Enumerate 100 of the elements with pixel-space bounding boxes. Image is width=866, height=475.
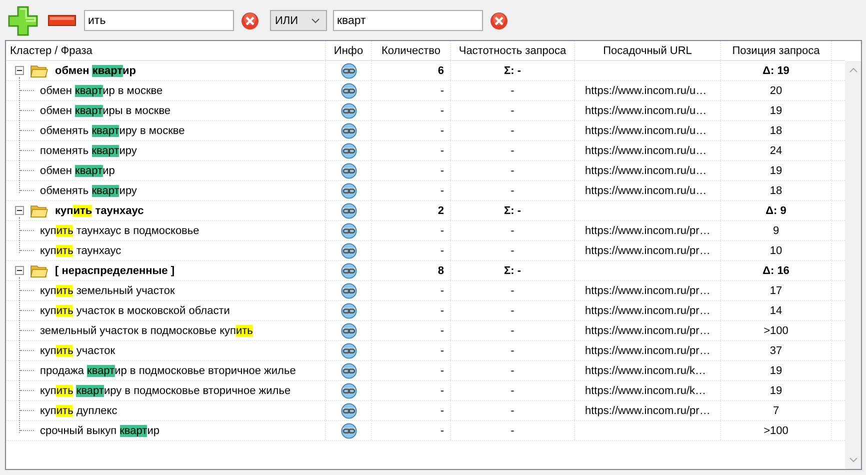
column-header[interactable]: Кластер / Фраза (6, 41, 326, 60)
phrase-text[interactable]: земельный участок в подмосковье купить (40, 324, 253, 338)
link-globe-icon[interactable] (340, 162, 356, 178)
phrase-text[interactable]: продажа квартир в подмосковье вторичное жилье (40, 364, 296, 378)
phrase-text[interactable]: купить дуплекс (40, 404, 118, 418)
count-cell: - (372, 341, 451, 360)
phrase-text[interactable]: обменять квартиру (40, 184, 137, 198)
position-cell: 20 (721, 81, 832, 100)
url-cell: https://www.incom.ru/u… (575, 161, 721, 180)
position-cell: Δ: 16 (721, 261, 832, 280)
column-header[interactable]: Посадочный URL (575, 41, 721, 60)
phrase-text[interactable]: купить земельный участок (40, 284, 175, 298)
count-cell: - (372, 321, 451, 340)
link-globe-icon[interactable] (340, 342, 356, 358)
filter-field[interactable]: кварт (333, 10, 483, 31)
count-cell: - (372, 121, 451, 140)
phrase-text[interactable]: обмен квартир в москве (40, 84, 163, 98)
frequency-cell: - (451, 161, 575, 180)
url-cell: https://www.incom.ru/k… (575, 381, 721, 400)
frequency-cell: - (451, 81, 575, 100)
column-header[interactable]: Инфо (326, 41, 372, 60)
phrase-text[interactable]: обмен квартиры в москве (40, 104, 171, 118)
phrase-text[interactable]: обменять квартиру в москве (40, 124, 185, 138)
remove-icon[interactable] (48, 15, 76, 26)
cluster-name[interactable]: обмен квартир (55, 64, 136, 78)
position-cell: 19 (721, 381, 832, 400)
link-globe-icon[interactable] (340, 362, 356, 378)
frequency-cell: - (451, 101, 575, 120)
url-cell: https://www.incom.ru/u… (575, 101, 721, 120)
link-globe-icon[interactable] (340, 62, 356, 78)
position-cell: 18 (721, 121, 832, 140)
phrase-text[interactable]: обмен квартир (40, 164, 115, 178)
link-globe-icon[interactable] (340, 402, 356, 418)
cluster-name[interactable]: [ нераспределенные ] (55, 264, 174, 278)
folder-icon (30, 264, 48, 278)
count-cell: - (372, 281, 451, 300)
count-cell: - (372, 241, 451, 260)
url-cell: https://www.incom.ru/k… (575, 361, 721, 380)
count-cell: - (372, 81, 451, 100)
phrase-text[interactable]: купить участок в московской области (40, 304, 230, 318)
link-globe-icon[interactable] (340, 282, 356, 298)
frequency-cell: - (451, 281, 575, 300)
link-globe-icon[interactable] (340, 142, 356, 158)
link-globe-icon[interactable] (340, 262, 356, 278)
position-cell: Δ: 19 (721, 61, 832, 80)
phrase-text[interactable]: купить квартиру в подмосковье вторичное жилье (40, 384, 291, 398)
position-cell: 19 (721, 361, 832, 380)
phrase-text[interactable]: купить таунхаус (40, 244, 122, 258)
frequency-cell: - (451, 421, 575, 440)
frequency-cell: Σ: - (451, 61, 575, 80)
link-globe-icon[interactable] (340, 382, 356, 398)
link-globe-icon[interactable] (340, 242, 356, 258)
phrase-text[interactable]: срочный выкуп квартир (40, 424, 160, 438)
position-cell: 14 (721, 301, 832, 320)
phrase-text[interactable]: купить участок (40, 344, 116, 358)
folder-icon (30, 204, 48, 218)
frequency-cell: - (451, 241, 575, 260)
count-cell: - (372, 141, 451, 160)
expander-toggle[interactable] (15, 266, 24, 275)
clear-icon[interactable] (490, 12, 508, 30)
count-cell: - (372, 421, 451, 440)
count-cell: - (372, 101, 451, 120)
clear-icon[interactable] (241, 12, 259, 30)
frequency-cell: - (451, 301, 575, 320)
position-cell: >100 (721, 421, 832, 440)
frequency-cell: - (451, 121, 575, 140)
operator-dropdown[interactable]: ИЛИ (270, 10, 327, 31)
frequency-cell: - (451, 181, 575, 200)
frequency-cell: - (451, 321, 575, 340)
link-globe-icon[interactable] (340, 222, 356, 238)
link-globe-icon[interactable] (340, 302, 356, 318)
column-header[interactable]: Частотность запроса (451, 41, 575, 60)
count-cell: - (372, 221, 451, 240)
url-cell: https://www.incom.ru/pr… (575, 301, 721, 320)
frequency-cell: - (451, 401, 575, 420)
count-cell: - (372, 401, 451, 420)
link-globe-icon[interactable] (340, 322, 356, 338)
column-header[interactable]: Позиция запроса (721, 41, 832, 60)
column-header[interactable]: Количество (372, 41, 451, 60)
url-cell: https://www.incom.ru/u… (575, 81, 721, 100)
link-globe-icon[interactable] (340, 82, 356, 98)
link-globe-icon[interactable] (340, 422, 356, 438)
filter-field[interactable]: ить (84, 10, 234, 31)
position-cell: 18 (721, 181, 832, 200)
url-cell: https://www.incom.ru/u… (575, 181, 721, 200)
frequency-cell: - (451, 381, 575, 400)
expander-toggle[interactable] (15, 206, 24, 215)
frequency-cell: - (451, 141, 575, 160)
link-globe-icon[interactable] (340, 202, 356, 218)
add-icon[interactable] (8, 6, 38, 36)
phrase-text[interactable]: поменять квартиру (40, 144, 137, 158)
caret-icon (311, 18, 320, 24)
link-globe-icon[interactable] (340, 182, 356, 198)
phrase-text[interactable]: купить таунхаус в подмосковье (40, 224, 200, 238)
position-cell: 9 (721, 221, 832, 240)
link-globe-icon[interactable] (340, 122, 356, 138)
cluster-name[interactable]: купить таунхаус (55, 204, 144, 218)
position-cell: >100 (721, 321, 832, 340)
expander-toggle[interactable] (15, 66, 24, 75)
link-globe-icon[interactable] (340, 102, 356, 118)
